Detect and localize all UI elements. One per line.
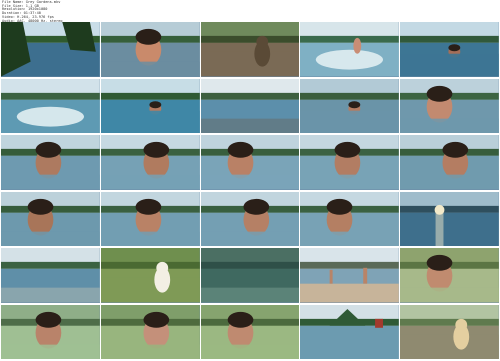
thumbnail-frame	[300, 248, 400, 303]
thumbnail-frame	[200, 304, 300, 359]
thumbnail-frame	[100, 248, 200, 303]
thumbnail-frame	[200, 191, 300, 246]
thumbnail-frame	[400, 191, 499, 246]
thumbnail-frame	[100, 78, 200, 133]
thumbnail-frame	[100, 135, 200, 190]
thumbnail-frame	[400, 78, 499, 133]
thumbnail-frame	[400, 22, 499, 77]
thumbnail-frame	[400, 304, 499, 359]
thumbnail-frame	[100, 191, 200, 246]
thumbnail-frame	[1, 304, 100, 359]
file-info-header: File Name: Grey Gardens.mkv File Size: 1…	[2, 0, 498, 23]
thumbnail-frame	[100, 304, 200, 359]
thumbnail-frame	[1, 248, 100, 303]
thumbnail-frame	[300, 135, 400, 190]
thumbnail-frame	[300, 304, 400, 359]
thumbnail-frame	[1, 22, 100, 77]
thumbnail-frame	[400, 248, 499, 303]
thumbnail-grid	[1, 22, 499, 360]
thumbnail-frame	[300, 191, 400, 246]
thumbnail-frame	[300, 78, 400, 133]
thumbnail-frame	[1, 191, 100, 246]
thumbnail-frame	[1, 135, 100, 190]
thumbnail-frame	[200, 78, 300, 133]
contact-sheet: File Name: Grey Gardens.mkv File Size: 1…	[0, 0, 500, 361]
thumbnail-frame	[200, 248, 300, 303]
thumbnail-frame	[100, 22, 200, 77]
thumbnail-frame	[1, 78, 100, 133]
thumbnail-frame	[300, 22, 400, 77]
thumbnail-frame	[200, 135, 300, 190]
thumbnail-frame	[400, 135, 499, 190]
thumbnail-frame	[200, 22, 300, 77]
